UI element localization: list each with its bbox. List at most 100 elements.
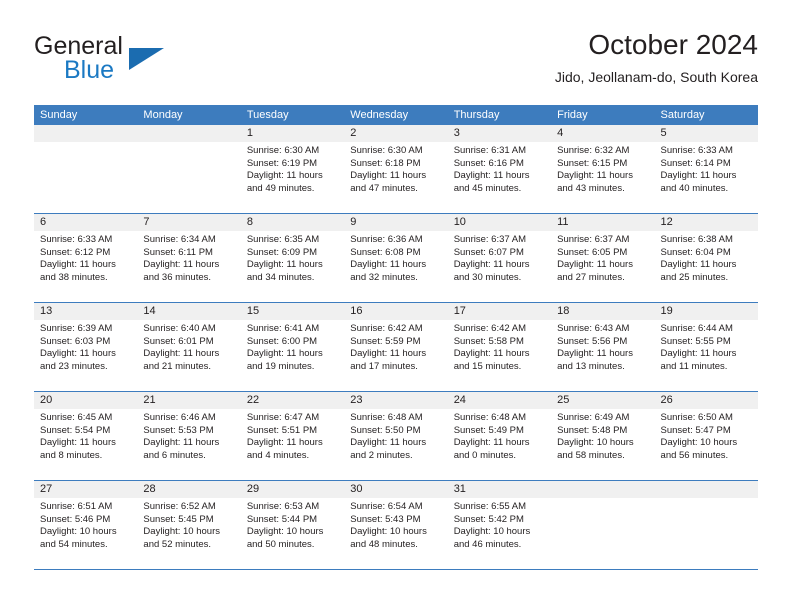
calendar-day-cell[interactable]: 25 Sunrise: 6:49 AM Sunset: 5:48 PM Dayligh… xyxy=(551,392,655,480)
calendar-day-cell[interactable]: 22 Sunrise: 6:47 AM Sunset: 5:51 PM Dayligh… xyxy=(240,392,345,480)
calendar-day-cell[interactable]: 8 Sunrise: 6:35 AM Sunset: 6:09 PM Daylight… xyxy=(240,214,345,302)
daylight-text: Daylight: 11 hours and 45 minutes. xyxy=(453,170,530,194)
calendar-day-cell[interactable]: 1 Sunrise: 6:30 AM Sunset: 6:19 PM Daylight… xyxy=(240,125,345,213)
sunrise-text: Sunrise: 6:46 AM xyxy=(143,412,216,423)
daylight-text: Daylight: 11 hours and 17 minutes. xyxy=(350,348,427,372)
calendar-day-cell[interactable]: 31 Sunrise: 6:55 AM Sunset: 5:42 PM Dayligh… xyxy=(447,481,552,569)
calendar-week-row: 1 Sunrise: 6:30 AM Sunset: 6:19 PM Daylight… xyxy=(34,125,758,214)
day-details: Sunrise: 6:42 AM Sunset: 5:59 PM Daylight:… xyxy=(344,320,447,373)
sunset-text: Sunset: 5:50 PM xyxy=(350,424,421,436)
calendar-day-cell[interactable]: 19 Sunrise: 6:44 AM Sunset: 5:55 PM Dayligh… xyxy=(654,303,758,391)
daylight-text: Daylight: 11 hours and 23 minutes. xyxy=(40,348,116,372)
daylight-text: Daylight: 10 hours and 56 minutes. xyxy=(660,437,738,461)
sunrise-text: Sunrise: 6:47 AM xyxy=(246,412,320,423)
daylight-text: Daylight: 11 hours and 36 minutes. xyxy=(143,259,220,283)
calendar-day-cell[interactable]: 23 Sunrise: 6:48 AM Sunset: 5:50 PM Dayligh… xyxy=(344,392,448,480)
calendar-week-row: 20 Sunrise: 6:45 AM Sunset: 5:54 PM Dayligh… xyxy=(34,392,758,481)
day-details: Sunrise: 6:41 AM Sunset: 6:00 PM Daylight:… xyxy=(241,320,344,373)
day-number: 29 xyxy=(240,481,345,498)
calendar-day-cell[interactable]: 13 Sunrise: 6:39 AM Sunset: 6:03 PM Dayligh… xyxy=(34,303,138,391)
daylight-text: Daylight: 11 hours and 30 minutes. xyxy=(453,259,530,283)
sunset-text: Sunset: 5:42 PM xyxy=(453,513,524,525)
sunset-text: Sunset: 5:59 PM xyxy=(350,335,421,347)
day-details: Sunrise: 6:31 AM Sunset: 6:16 PM Daylight:… xyxy=(448,142,551,195)
calendar-page: General Blue October 2024 Jido, Jeollana… xyxy=(0,0,792,612)
day-number: 26 xyxy=(654,392,758,409)
sunrise-text: Sunrise: 6:41 AM xyxy=(246,323,320,334)
calendar-day-cell[interactable]: 2 Sunrise: 6:30 AM Sunset: 6:18 PM Daylight… xyxy=(344,125,448,213)
day-details: Sunrise: 6:36 AM Sunset: 6:08 PM Daylight:… xyxy=(344,231,447,284)
sunrise-text: Sunrise: 6:49 AM xyxy=(557,412,630,423)
day-details: Sunrise: 6:34 AM Sunset: 6:11 PM Daylight:… xyxy=(137,231,240,284)
calendar-day-cell[interactable]: 3 Sunrise: 6:31 AM Sunset: 6:16 PM Daylight… xyxy=(447,125,552,213)
day-details: Sunrise: 6:47 AM Sunset: 5:51 PM Daylight:… xyxy=(241,409,344,462)
calendar-day-cell[interactable]: 11 Sunrise: 6:37 AM Sunset: 6:05 PM Dayligh… xyxy=(551,214,655,302)
calendar-day-cell[interactable]: 18 Sunrise: 6:43 AM Sunset: 5:56 PM Dayligh… xyxy=(551,303,655,391)
calendar-day-cell[interactable]: 16 Sunrise: 6:42 AM Sunset: 5:59 PM Dayligh… xyxy=(344,303,448,391)
logo-triangle-icon xyxy=(129,48,164,70)
sunset-text: Sunset: 6:03 PM xyxy=(40,335,111,347)
day-details: Sunrise: 6:52 AM Sunset: 5:45 PM Daylight:… xyxy=(137,498,240,551)
calendar-day-cell[interactable]: 9 Sunrise: 6:36 AM Sunset: 6:08 PM Daylight… xyxy=(344,214,448,302)
day-number: 30 xyxy=(344,481,448,498)
sunrise-text: Sunrise: 6:43 AM xyxy=(557,323,630,334)
calendar-day-cell[interactable]: 10 Sunrise: 6:37 AM Sunset: 6:07 PM Dayligh… xyxy=(447,214,552,302)
day-details: Sunrise: 6:54 AM Sunset: 5:43 PM Daylight:… xyxy=(344,498,447,551)
sunset-text: Sunset: 6:04 PM xyxy=(660,246,731,258)
day-details: Sunrise: 6:49 AM Sunset: 5:48 PM Daylight:… xyxy=(551,409,654,462)
day-details: Sunrise: 6:32 AM Sunset: 6:15 PM Daylight:… xyxy=(551,142,654,195)
day-details: Sunrise: 6:42 AM Sunset: 5:58 PM Daylight:… xyxy=(448,320,551,373)
calendar-day-cell[interactable]: 29 Sunrise: 6:53 AM Sunset: 5:44 PM Dayligh… xyxy=(240,481,345,569)
calendar-day-cell[interactable]: 26 Sunrise: 6:50 AM Sunset: 5:47 PM Dayligh… xyxy=(654,392,758,480)
day-details: Sunrise: 6:50 AM Sunset: 5:47 PM Daylight:… xyxy=(655,409,758,462)
daylight-text: Daylight: 11 hours and 2 minutes. xyxy=(350,437,427,461)
calendar-day-cell[interactable]: 21 Sunrise: 6:46 AM Sunset: 5:53 PM Dayligh… xyxy=(137,392,241,480)
calendar-day-cell[interactable]: 15 Sunrise: 6:41 AM Sunset: 6:00 PM Dayligh… xyxy=(240,303,345,391)
weekday-header-sunday: Sunday xyxy=(40,109,78,121)
daylight-text: Daylight: 11 hours and 11 minutes. xyxy=(660,348,737,372)
calendar-day-cell[interactable]: 14 Sunrise: 6:40 AM Sunset: 6:01 PM Dayligh… xyxy=(137,303,241,391)
calendar-day-cell[interactable]: 17 Sunrise: 6:42 AM Sunset: 5:58 PM Dayligh… xyxy=(447,303,552,391)
sunrise-text: Sunrise: 6:50 AM xyxy=(660,412,733,423)
calendar-day-cell[interactable]: 12 Sunrise: 6:38 AM Sunset: 6:04 PM Dayligh… xyxy=(654,214,758,302)
day-details: Sunrise: 6:46 AM Sunset: 5:53 PM Daylight:… xyxy=(137,409,240,462)
sunset-text: Sunset: 5:44 PM xyxy=(246,513,318,525)
sunrise-text: Sunrise: 6:54 AM xyxy=(350,501,423,512)
calendar-day-cell[interactable]: 5 Sunrise: 6:33 AM Sunset: 6:14 PM Daylight… xyxy=(654,125,758,213)
calendar-day-cell[interactable]: 24 Sunrise: 6:48 AM Sunset: 5:49 PM Dayligh… xyxy=(447,392,552,480)
daylight-text: Daylight: 11 hours and 15 minutes. xyxy=(453,348,530,372)
calendar-day-cell[interactable]: 4 Sunrise: 6:32 AM Sunset: 6:15 PM Daylight… xyxy=(551,125,655,213)
day-number xyxy=(551,481,655,498)
day-number: 14 xyxy=(137,303,241,320)
sunrise-text: Sunrise: 6:45 AM xyxy=(40,412,113,423)
calendar-day-cell[interactable]: 27 Sunrise: 6:51 AM Sunset: 5:46 PM Dayligh… xyxy=(34,481,138,569)
daylight-text: Daylight: 11 hours and 40 minutes. xyxy=(660,170,737,194)
day-details: Sunrise: 6:40 AM Sunset: 6:01 PM Daylight:… xyxy=(137,320,240,373)
sunrise-text: Sunrise: 6:31 AM xyxy=(453,145,527,156)
sunrise-text: Sunrise: 6:32 AM xyxy=(557,145,630,156)
calendar-grid: Sunday Monday Tuesday Wednesday Thursday… xyxy=(34,105,758,570)
calendar-day-cell[interactable]: 20 Sunrise: 6:45 AM Sunset: 5:54 PM Dayligh… xyxy=(34,392,138,480)
calendar-day-cell-empty xyxy=(34,125,138,213)
day-number xyxy=(654,481,758,498)
day-number: 5 xyxy=(654,125,758,142)
calendar-day-cell-empty xyxy=(551,481,655,569)
sunrise-text: Sunrise: 6:35 AM xyxy=(246,234,320,245)
daylight-text: Daylight: 11 hours and 47 minutes. xyxy=(350,170,427,194)
calendar-day-cell[interactable]: 7 Sunrise: 6:34 AM Sunset: 6:11 PM Daylight… xyxy=(137,214,241,302)
sunset-text: Sunset: 5:46 PM xyxy=(40,513,111,525)
calendar-day-cell-empty xyxy=(137,125,241,213)
sunset-text: Sunset: 5:47 PM xyxy=(660,424,731,436)
sunrise-text: Sunrise: 6:36 AM xyxy=(350,234,423,245)
general-blue-logo[interactable]: General Blue xyxy=(34,32,264,90)
calendar-day-cell[interactable]: 30 Sunrise: 6:54 AM Sunset: 5:43 PM Dayligh… xyxy=(344,481,448,569)
daylight-text: Daylight: 11 hours and 13 minutes. xyxy=(557,348,633,372)
day-details: Sunrise: 6:38 AM Sunset: 6:04 PM Daylight:… xyxy=(655,231,758,284)
calendar-day-cell[interactable]: 28 Sunrise: 6:52 AM Sunset: 5:45 PM Dayligh… xyxy=(137,481,241,569)
day-number: 4 xyxy=(551,125,655,142)
day-number xyxy=(34,125,138,142)
sunrise-text: Sunrise: 6:37 AM xyxy=(453,234,527,245)
daylight-text: Daylight: 10 hours and 50 minutes. xyxy=(246,526,324,550)
day-number: 7 xyxy=(137,214,241,231)
calendar-day-cell[interactable]: 6 Sunrise: 6:33 AM Sunset: 6:12 PM Daylight… xyxy=(34,214,138,302)
